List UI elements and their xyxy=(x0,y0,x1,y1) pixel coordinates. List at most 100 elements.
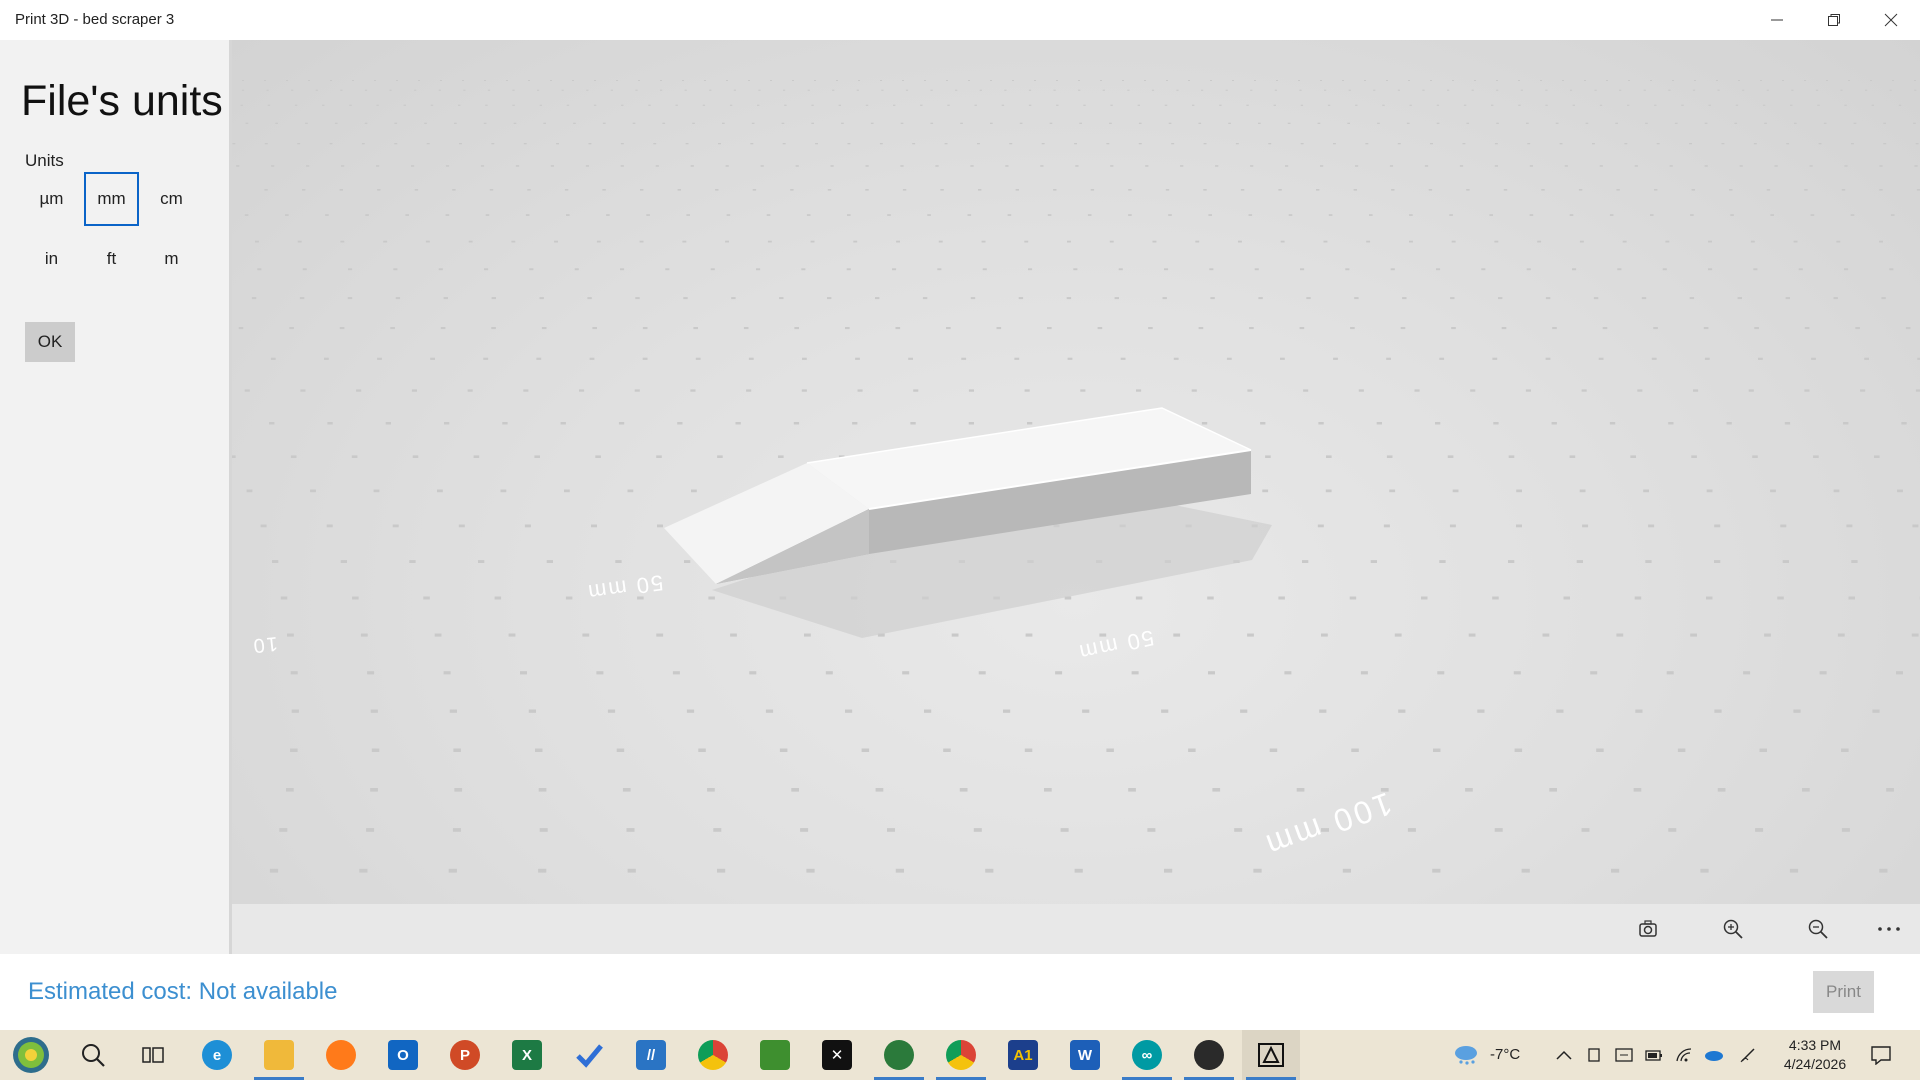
taskbar-app-azure-data-studio[interactable]: // xyxy=(622,1030,680,1080)
start-button[interactable] xyxy=(2,1030,60,1080)
grid-dot xyxy=(1247,633,1254,637)
grid-dot xyxy=(748,357,754,360)
word-icon: W xyxy=(1070,1040,1100,1070)
grid-dot xyxy=(815,143,818,145)
taskbar-app-minecraft[interactable] xyxy=(746,1030,804,1080)
zoom-out-button[interactable] xyxy=(1798,911,1838,947)
taskbar-app-a1[interactable]: A1 xyxy=(994,1030,1052,1080)
grid-dot xyxy=(731,297,736,300)
grid-dot xyxy=(454,788,463,792)
close-button[interactable] xyxy=(1862,0,1919,40)
notifications-button[interactable] xyxy=(1869,1045,1893,1065)
zoom-in-button[interactable] xyxy=(1713,911,1753,947)
taskbar-app-excel[interactable]: X xyxy=(498,1030,556,1080)
a1-icon: A1 xyxy=(1008,1040,1038,1070)
grid-dot xyxy=(1024,389,1030,392)
3d-viewport[interactable]: 50 mm 50 mm 100 mm 10 xyxy=(232,40,1920,904)
grid-dot xyxy=(291,89,294,91)
grid-dot xyxy=(297,240,302,243)
grid-dot xyxy=(458,104,461,106)
grid-dot xyxy=(411,165,415,167)
grid-dot xyxy=(1407,828,1416,832)
unit-option-cm[interactable]: cm xyxy=(144,172,199,226)
tray-device[interactable] xyxy=(1584,1045,1604,1065)
grid-dot xyxy=(978,189,982,191)
taskbar-app-arduino[interactable]: ∞ xyxy=(1118,1030,1176,1080)
grid-dot xyxy=(902,671,910,675)
tray-security[interactable] xyxy=(1614,1045,1634,1065)
grid-dot xyxy=(1516,524,1522,528)
reset-view-button[interactable] xyxy=(1628,911,1668,947)
unit-option-ft[interactable]: ft xyxy=(84,232,139,286)
ok-button[interactable]: OK xyxy=(25,322,75,362)
unit-option-um[interactable]: µm xyxy=(24,172,79,226)
taskbar-app-chrome-profile[interactable] xyxy=(870,1030,928,1080)
grid-dot xyxy=(857,389,863,392)
grid-dot xyxy=(1843,422,1849,425)
grid-dot xyxy=(1188,748,1196,752)
task-view-button[interactable] xyxy=(124,1030,182,1080)
grid-dot xyxy=(349,104,352,106)
taskbar-app-firefox[interactable] xyxy=(312,1030,370,1080)
tray-pen[interactable] xyxy=(1738,1045,1758,1065)
grid-dot xyxy=(1494,240,1499,243)
grid-dot xyxy=(339,189,343,191)
grid-dot xyxy=(1300,268,1305,271)
taskbar-app-print-3d[interactable] xyxy=(1242,1030,1300,1080)
grid-dot xyxy=(1823,122,1827,124)
grid-dot xyxy=(1563,596,1570,600)
show-hidden-icons-button[interactable] xyxy=(1554,1045,1574,1065)
taskbar-app-file-explorer[interactable] xyxy=(250,1030,308,1080)
grid-dot xyxy=(938,240,943,243)
grid-dot xyxy=(1459,165,1464,167)
grid-dot xyxy=(1250,165,1254,167)
grid-dot xyxy=(1265,455,1271,458)
grid-dot xyxy=(1451,327,1456,330)
grid-dot xyxy=(592,327,597,330)
grid-dot xyxy=(1145,165,1149,167)
tray-battery[interactable] xyxy=(1644,1045,1664,1065)
grid-dot xyxy=(385,422,391,425)
more-options-button[interactable] xyxy=(1869,911,1909,947)
grid-dot xyxy=(1430,143,1433,145)
taskbar-app-x[interactable]: ✕ xyxy=(808,1030,866,1080)
grid-dot xyxy=(930,122,934,124)
grid-dot xyxy=(1704,122,1708,124)
print-button[interactable]: Print xyxy=(1813,971,1874,1013)
grid-dot xyxy=(586,89,589,91)
taskbar-app-word[interactable]: W xyxy=(1056,1030,1114,1080)
grid-dot xyxy=(1848,80,1850,81)
tray-network[interactable] xyxy=(1674,1045,1694,1065)
taskbar-app-snip[interactable] xyxy=(1180,1030,1238,1080)
grid-dot xyxy=(1228,122,1231,124)
grid-dot xyxy=(683,297,688,300)
minimize-button[interactable] xyxy=(1748,0,1805,40)
unit-option-m[interactable]: m xyxy=(144,232,199,286)
taskbar-app-powerpoint[interactable]: P xyxy=(436,1030,494,1080)
taskbar-app-edge[interactable]: e xyxy=(188,1030,246,1080)
grid-dot xyxy=(967,214,972,216)
taskbar-app-outlook[interactable]: O xyxy=(374,1030,432,1080)
taskbar-app-chrome[interactable] xyxy=(684,1030,742,1080)
grid-dot xyxy=(845,327,850,330)
grid-dot xyxy=(1898,104,1902,106)
grid-dot xyxy=(1518,104,1521,106)
grid-dot xyxy=(1668,89,1671,91)
grid-dot xyxy=(1650,80,1652,81)
grid-dot xyxy=(806,214,811,216)
unit-option-in[interactable]: in xyxy=(24,232,79,286)
unit-option-mm[interactable]: mm xyxy=(84,172,139,226)
tray-onedrive[interactable] xyxy=(1704,1045,1724,1065)
taskbar-clock[interactable]: 4:33 PM 4/24/2026 xyxy=(1770,1036,1860,1074)
grid-dot xyxy=(1804,327,1810,330)
grid-dot xyxy=(1742,89,1745,91)
grid-dot xyxy=(1137,104,1140,106)
arduino-icon: ∞ xyxy=(1132,1040,1162,1070)
taskbar-app-todo[interactable] xyxy=(560,1030,618,1080)
restore-button[interactable] xyxy=(1805,0,1862,40)
weather-button[interactable] xyxy=(1452,1045,1480,1065)
grid-dot xyxy=(1168,122,1172,124)
grid-dot xyxy=(910,422,916,425)
search-button[interactable] xyxy=(64,1030,122,1080)
taskbar-app-chrome-alt[interactable] xyxy=(932,1030,990,1080)
